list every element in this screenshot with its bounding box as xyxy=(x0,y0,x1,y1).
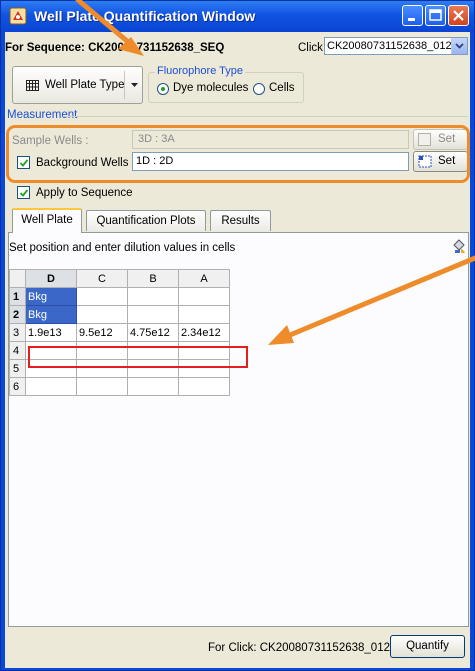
well-cell[interactable] xyxy=(127,287,179,306)
window-client-area: For Sequence: CK20080731152638_SEQ Click… xyxy=(5,32,470,668)
row-header[interactable]: 5 xyxy=(9,359,26,378)
row-header[interactable]: 4 xyxy=(9,341,26,360)
maximize-button[interactable] xyxy=(425,5,446,26)
well-cell[interactable] xyxy=(178,377,230,396)
column-header[interactable]: A xyxy=(178,269,230,288)
row-header[interactable]: 2 xyxy=(9,305,26,324)
measurement-title: Measurement xyxy=(7,109,78,121)
radio-dye-molecules[interactable] xyxy=(157,83,169,95)
well-cell[interactable] xyxy=(178,287,230,306)
click-label: Click xyxy=(298,42,323,54)
well-cell[interactable] xyxy=(127,377,179,396)
radio-selected-dot xyxy=(161,87,165,91)
paint-bucket-icon[interactable] xyxy=(452,239,467,254)
well-cell[interactable] xyxy=(76,287,128,306)
fluorophore-type-group: Fluorophore Type Dye molecules Cells xyxy=(148,65,304,103)
panel-hint-text: Set position and enter dilution values i… xyxy=(9,242,236,254)
grid-corner xyxy=(9,269,26,288)
tab-well-plate[interactable]: Well Plate xyxy=(12,208,82,233)
row-header[interactable]: 1 xyxy=(9,287,26,306)
grid-header-row: D C B A xyxy=(9,269,230,288)
column-header[interactable]: B xyxy=(127,269,179,288)
minimize-button[interactable] xyxy=(402,5,423,26)
table-row: 2 Bkg xyxy=(9,305,230,324)
apply-to-sequence-label: Apply to Sequence xyxy=(36,187,133,199)
radio-label-dye-molecules: Dye molecules xyxy=(173,82,249,94)
title-bar[interactable]: Well Plate Quantification Window xyxy=(1,1,474,32)
well-plate-panel: Set position and enter dilution values i… xyxy=(8,232,469,627)
well-plate-grid: D C B A 1 Bkg 2 Bkg 3 1.9e13 9.5e12 4.75… xyxy=(9,269,230,396)
tab-results[interactable]: Results xyxy=(210,210,271,231)
well-cell[interactable]: Bkg xyxy=(25,287,77,306)
sequence-label: For Sequence: CK20080731152638_SEQ xyxy=(5,42,225,54)
for-click-label: For Click: CK20080731152638_012 xyxy=(208,642,390,654)
window-title: Well Plate Quantification Window xyxy=(34,8,256,24)
tab-quantification-plots[interactable]: Quantification Plots xyxy=(86,210,206,231)
quantify-button[interactable]: Quantify xyxy=(390,635,465,658)
button-divider xyxy=(124,71,125,99)
dilution-row-highlight xyxy=(28,346,248,368)
well-plate-type-button[interactable]: Well Plate Type xyxy=(12,66,143,104)
well-cell[interactable]: 1.9e13 xyxy=(25,323,77,342)
well-cell[interactable] xyxy=(178,305,230,324)
radio-label-cells: Cells xyxy=(269,82,295,94)
close-icon xyxy=(453,10,464,21)
close-button[interactable] xyxy=(448,5,469,26)
well-plate-type-label: Well Plate Type xyxy=(45,79,125,91)
well-cell[interactable] xyxy=(127,305,179,324)
grid-icon xyxy=(26,80,39,91)
row-header[interactable]: 3 xyxy=(9,323,26,342)
well-cell[interactable] xyxy=(76,377,128,396)
column-header[interactable]: C xyxy=(76,269,128,288)
table-row: 6 xyxy=(9,377,230,396)
measurement-divider xyxy=(63,116,468,117)
row-header[interactable]: 6 xyxy=(9,377,26,396)
measurement-annotation-box xyxy=(6,125,470,183)
well-cell[interactable]: 9.5e12 xyxy=(76,323,128,342)
click-select-value: CK20080731152638_012 xyxy=(327,40,452,52)
apply-to-sequence-checkbox[interactable] xyxy=(17,186,30,199)
app-icon xyxy=(9,7,27,25)
column-header[interactable]: D xyxy=(25,269,77,288)
well-cell[interactable] xyxy=(76,305,128,324)
maximize-icon xyxy=(429,9,442,21)
chevron-down-icon xyxy=(455,43,464,49)
radio-cells[interactable] xyxy=(253,83,265,95)
fluorophore-type-title: Fluorophore Type xyxy=(155,65,246,77)
well-cell[interactable]: Bkg xyxy=(25,305,77,324)
well-cell[interactable] xyxy=(25,377,77,396)
dropdown-arrow-icon[interactable] xyxy=(131,83,138,87)
minimize-icon xyxy=(408,18,415,21)
click-select[interactable]: CK20080731152638_012 xyxy=(324,37,468,55)
well-cell[interactable]: 4.75e12 xyxy=(127,323,179,342)
table-row: 1 Bkg xyxy=(9,287,230,306)
well-plate-window: Well Plate Quantification Window For Seq… xyxy=(0,0,475,671)
checkmark-icon xyxy=(19,189,29,197)
click-select-dropdown-button[interactable] xyxy=(451,38,467,54)
table-row: 3 1.9e13 9.5e12 4.75e12 2.34e12 xyxy=(9,323,230,342)
well-cell[interactable]: 2.34e12 xyxy=(178,323,230,342)
